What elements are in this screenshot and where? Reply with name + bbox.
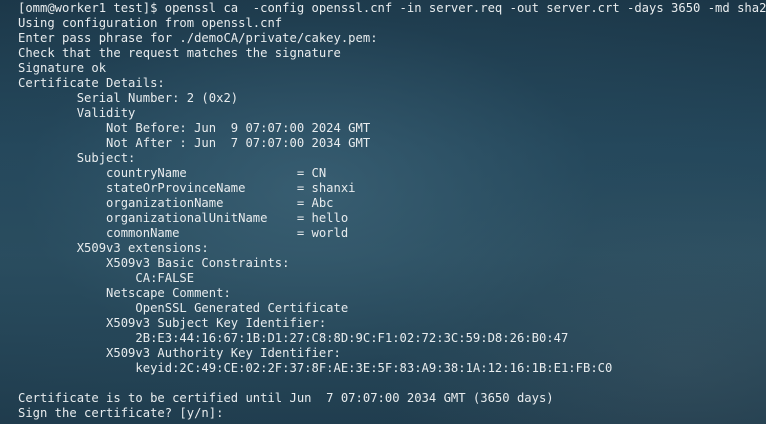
- passphrase-prompt-line: Enter pass phrase for ./demoCA/private/c…: [18, 31, 378, 45]
- output-line: Using configuration from openssl.cnf: [18, 16, 283, 30]
- output-line: Not After : Jun 7 07:07:00 2034 GMT: [18, 136, 371, 150]
- output-line: X509v3 Subject Key Identifier:: [18, 316, 327, 330]
- output-line: keyid:2C:49:CE:02:2F:37:8F:AE:3E:5F:83:A…: [18, 361, 613, 375]
- terminal-window[interactable]: [omm@worker1 test]$ openssl ca -config o…: [0, 0, 766, 424]
- output-line: OpenSSL Generated Certificate: [18, 301, 349, 315]
- text-cursor: [223, 406, 230, 419]
- output-line: X509v3 Basic Constraints:: [18, 256, 290, 270]
- output-line: Subject:: [18, 151, 136, 165]
- sign-prompt-line[interactable]: Sign the certificate? [y/n]:: [18, 406, 766, 421]
- output-line: X509v3 extensions:: [18, 241, 209, 255]
- output-line: countryName = CN: [18, 166, 327, 180]
- output-line: organizationName = Abc: [18, 196, 334, 210]
- output-line: Not Before: Jun 9 07:07:00 2024 GMT: [18, 121, 371, 135]
- output-line: commonName = world: [18, 226, 349, 240]
- command-prompt-line: [omm@worker1 test]$ openssl ca -config o…: [18, 1, 766, 15]
- output-line: stateOrProvinceName = shanxi: [18, 181, 356, 195]
- output-line: 2B:E3:44:16:67:1B:D1:27:C8:8D:9C:F1:02:7…: [18, 331, 569, 345]
- output-line: CA:FALSE: [18, 271, 195, 285]
- terminal-output: [omm@worker1 test]$ openssl ca -config o…: [0, 0, 766, 421]
- output-line: Validity: [18, 106, 136, 120]
- output-line: Netscape Comment:: [18, 286, 231, 300]
- output-line: Certificate is to be certified until Jun…: [18, 391, 554, 405]
- output-line: X509v3 Authority Key Identifier:: [18, 346, 341, 360]
- output-line: Certificate Details:: [18, 76, 165, 90]
- output-line: organizationalUnitName = hello: [18, 211, 349, 225]
- sign-prompt-text: Sign the certificate? [y/n]:: [18, 406, 224, 420]
- output-line: Signature ok: [18, 61, 107, 75]
- output-line: Check that the request matches the signa…: [18, 46, 341, 60]
- output-line: Serial Number: 2 (0x2): [18, 91, 239, 105]
